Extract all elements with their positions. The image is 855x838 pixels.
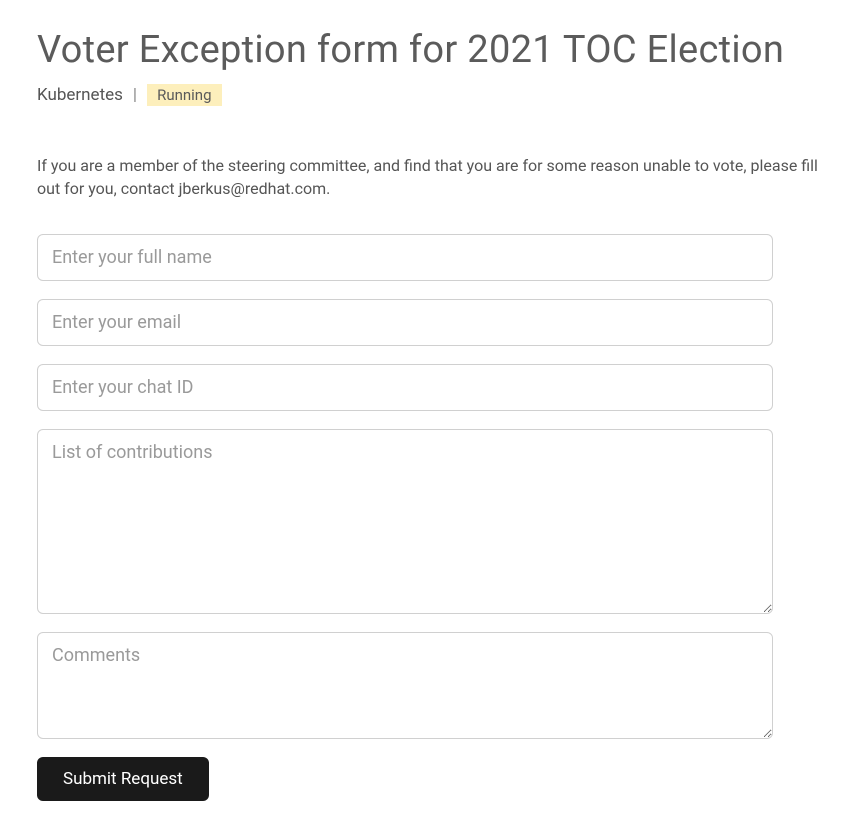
exception-form: Submit Request (37, 234, 818, 801)
project-name: Kubernetes (37, 85, 123, 105)
chatid-input[interactable] (37, 364, 773, 411)
fullname-input[interactable] (37, 234, 773, 281)
page-title: Voter Exception form for 2021 TOC Electi… (37, 28, 818, 72)
contributions-textarea[interactable] (37, 429, 773, 614)
form-description: If you are a member of the steering comm… (37, 154, 818, 200)
meta-separator: | (133, 85, 137, 105)
comments-textarea[interactable] (37, 632, 773, 739)
submit-button[interactable]: Submit Request (37, 757, 209, 801)
email-input[interactable] (37, 299, 773, 346)
status-badge: Running (147, 84, 221, 106)
meta-row: Kubernetes | Running (37, 84, 818, 106)
